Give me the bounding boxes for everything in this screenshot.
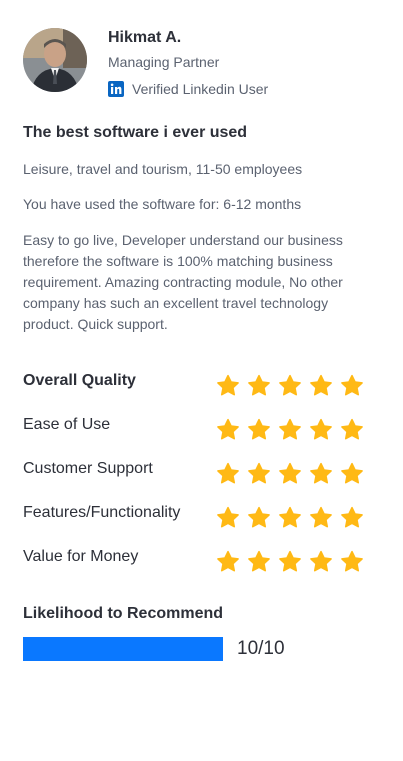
star-icon — [341, 506, 363, 528]
reviewer-role: Managing Partner — [108, 54, 220, 70]
review-card: Hikmat A. Managing Partner Verified Link… — [0, 0, 403, 761]
reviewer-name: Hikmat A. — [108, 29, 182, 46]
star-icon — [217, 550, 239, 572]
star-icon — [341, 418, 363, 440]
verified-label: Verified Linkedin User — [132, 81, 269, 97]
verified-badge: Verified Linkedin User — [108, 80, 268, 98]
star-icon — [279, 550, 301, 572]
star-icon — [310, 506, 332, 528]
rating-customer-support: Customer Support — [23, 458, 373, 486]
rating-features-functionality: Features/Functionality — [23, 502, 373, 530]
avatar — [23, 28, 87, 92]
star-icon — [248, 550, 270, 572]
reviewer-industry: Leisure, travel and tourism, 11-50 emplo… — [23, 161, 303, 177]
rating-label: Value for Money — [23, 548, 139, 565]
star-icon — [279, 418, 301, 440]
star-icon — [217, 462, 239, 484]
star-icon — [248, 418, 270, 440]
rating-label: Ease of Use — [23, 416, 111, 433]
recommend-title: Likelihood to Recommend — [23, 605, 224, 622]
rating-overall-quality: Overall Quality — [23, 370, 373, 398]
star-icon — [248, 374, 270, 396]
recommend-bar — [23, 637, 223, 661]
star-icon — [217, 506, 239, 528]
star-icon — [310, 418, 332, 440]
star-rating — [216, 506, 364, 530]
linkedin-icon — [108, 81, 124, 97]
star-icon — [310, 374, 332, 396]
star-icon — [217, 418, 239, 440]
usage-duration: You have used the software for: 6-12 mon… — [23, 196, 302, 212]
rating-value-for-money: Value for Money — [23, 546, 373, 574]
reviewer-photo — [23, 28, 87, 92]
star-rating — [216, 418, 364, 442]
rating-label: Customer Support — [23, 460, 153, 477]
star-icon — [310, 550, 332, 572]
review-title: The best software i ever used — [23, 124, 248, 141]
recommend-value: 10/10 — [237, 638, 285, 659]
star-icon — [279, 374, 301, 396]
rating-ease-of-use: Ease of Use — [23, 414, 373, 442]
star-icon — [217, 374, 239, 396]
star-rating — [216, 374, 364, 398]
star-icon — [248, 462, 270, 484]
rating-label: Overall Quality — [23, 372, 136, 389]
star-icon — [279, 462, 301, 484]
star-rating — [216, 462, 364, 486]
star-icon — [341, 462, 363, 484]
star-icon — [341, 374, 363, 396]
star-rating — [216, 550, 364, 574]
star-icon — [279, 506, 301, 528]
recommend-bar-fill — [23, 637, 223, 661]
review-body: Easy to go live, Developer understand ou… — [23, 232, 343, 332]
star-icon — [341, 550, 363, 572]
rating-label: Features/Functionality — [23, 504, 181, 521]
star-icon — [248, 506, 270, 528]
star-icon — [310, 462, 332, 484]
